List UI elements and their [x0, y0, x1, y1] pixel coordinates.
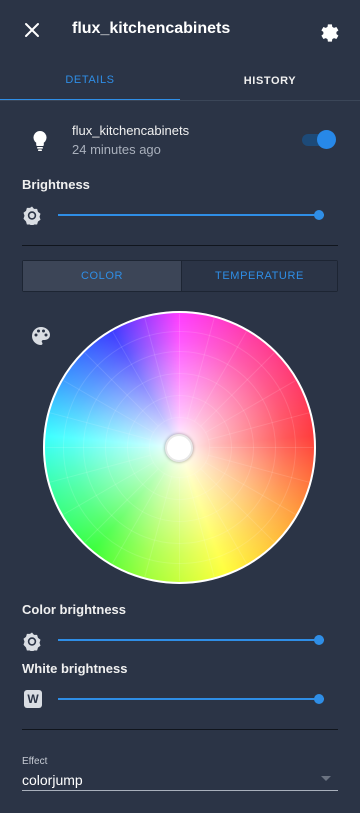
effect-label: Effect [22, 756, 48, 767]
effect-underline [22, 790, 338, 791]
slider-track [58, 698, 324, 700]
close-icon[interactable] [20, 18, 44, 42]
color-brightness-label: Color brightness [22, 602, 127, 617]
divider [22, 729, 338, 730]
effect-dropdown[interactable]: Effect colorjump [22, 752, 338, 792]
color-mode-button[interactable]: COLOR [23, 261, 181, 291]
white-brightness-slider[interactable] [58, 691, 330, 707]
brightness-label: Brightness [22, 177, 90, 192]
last-changed: 24 minutes ago [72, 142, 161, 157]
dialog-header: flux_kitchencabinets [0, 0, 360, 60]
color-brightness-slider[interactable] [58, 632, 330, 648]
tab-details[interactable]: DETAILS [0, 60, 180, 101]
entity-row: flux_kitchencabinets 24 minutes ago [0, 118, 360, 162]
chevron-down-icon[interactable] [321, 776, 331, 781]
entity-name: flux_kitchencabinets [72, 123, 190, 138]
divider [22, 245, 338, 246]
slider-thumb[interactable] [313, 210, 324, 220]
tab-bar: DETAILS HISTORY [0, 60, 360, 101]
white-brightness-label: White brightness [22, 661, 128, 676]
sun-icon [23, 206, 41, 225]
dialog-title: flux_kitchencabinets [72, 20, 231, 37]
w-icon: W [24, 690, 42, 708]
brightness-slider[interactable] [58, 207, 330, 223]
lightbulb-icon [33, 130, 47, 151]
slider-track [58, 639, 324, 641]
tab-history[interactable]: HISTORY [180, 60, 360, 101]
color-mode-toggle: COLOR TEMPERATURE [22, 260, 338, 292]
color-wheel[interactable] [43, 311, 316, 584]
effect-value: colorjump [22, 772, 83, 788]
slider-thumb[interactable] [313, 635, 324, 645]
color-wheel-marker[interactable] [165, 434, 193, 462]
power-toggle[interactable] [302, 130, 336, 149]
tabs-divider [0, 100, 360, 101]
temperature-mode-button[interactable]: TEMPERATURE [181, 261, 337, 291]
sun-icon [23, 632, 41, 651]
slider-track [58, 214, 324, 216]
toggle-thumb[interactable] [317, 130, 336, 149]
gear-icon[interactable] [316, 19, 340, 43]
slider-thumb[interactable] [313, 694, 324, 704]
